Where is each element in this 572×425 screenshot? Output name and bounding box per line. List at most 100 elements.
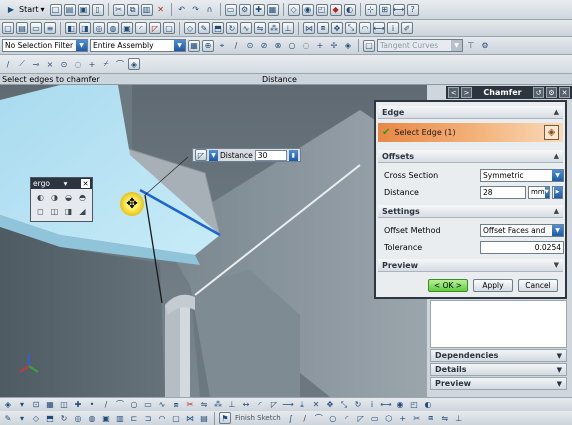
stop-at-intersection-icon[interactable]: ⊤ [465, 40, 477, 52]
new-icon[interactable]: □ [49, 3, 62, 16]
control-point-icon[interactable]: ⊸ [30, 58, 42, 70]
sweep-icon[interactable]: ∿ [240, 22, 252, 34]
offset-method-dropdown[interactable]: Offset Faces and ▼ [480, 223, 564, 237]
note-icon[interactable]: ✐ [401, 22, 413, 34]
fillet-icon[interactable]: ◜ [341, 412, 353, 424]
finish-sketch-label[interactable]: Finish Sketch [235, 414, 281, 422]
snap-icon[interactable]: ✚ [72, 399, 84, 411]
settings-icon[interactable]: ⚙ [546, 87, 557, 98]
distance-field[interactable]: 30 [254, 149, 287, 161]
shading-icon[interactable]: ◐ [422, 399, 434, 411]
menu-icon[interactable]: ≡ [44, 22, 56, 34]
slot-icon[interactable]: ⊏ [128, 412, 140, 424]
page-icon[interactable]: ▯ [91, 3, 104, 16]
cancel-button[interactable]: Cancel [518, 279, 558, 292]
profile-icon[interactable]: ∫ [285, 412, 297, 424]
rectangle-icon[interactable]: ▭ [369, 412, 381, 424]
measure-icon[interactable]: ⟷ [373, 22, 385, 34]
apply-button[interactable]: Apply [473, 279, 513, 292]
scissors-icon[interactable]: ✂ [112, 3, 125, 16]
chamfer-icon[interactable]: ◸ [149, 22, 161, 34]
chamfer-icon[interactable]: ◸ [355, 412, 367, 424]
quick-trim-icon[interactable]: ✂ [411, 412, 423, 424]
mirror-icon[interactable]: ⇋ [254, 22, 266, 34]
point-icon[interactable]: • [86, 399, 98, 411]
section-preview[interactable]: Preview ▼ [430, 377, 567, 390]
trim-icon[interactable]: ⊥ [282, 22, 294, 34]
wcs-icon[interactable]: ⊹ [364, 3, 377, 16]
datum-icon[interactable]: ◇ [30, 412, 42, 424]
measure-icon[interactable]: ⟷ [392, 3, 405, 16]
close-icon[interactable]: ✕ [81, 179, 90, 188]
reset-icon[interactable]: ↺ [533, 87, 544, 98]
feature-icon[interactable]: ◨ [79, 22, 91, 34]
close-icon[interactable]: ✕ [559, 87, 570, 98]
info-icon[interactable]: i [387, 22, 399, 34]
chevron-right-icon[interactable]: > [461, 87, 472, 98]
selection-icon[interactable]: ⊡ [30, 399, 42, 411]
extrude-icon[interactable]: ⬒ [44, 412, 56, 424]
intersect-icon[interactable]: ✕ [310, 399, 322, 411]
start-button[interactable]: ▶ Start ▾ [2, 2, 48, 17]
tolerance-input[interactable]: 0.0254 [480, 240, 564, 254]
redo-icon[interactable]: ↷ [190, 4, 202, 16]
boss-icon[interactable]: ◍ [107, 22, 119, 34]
offset-icon[interactable]: ⧈ [317, 22, 329, 34]
chevron-down-icon[interactable]: ▾ [16, 399, 28, 411]
distance-input[interactable]: 28 [480, 185, 526, 199]
window-icon[interactable]: ▭ [30, 22, 42, 34]
section-dependencies[interactable]: Dependencies ▼ [430, 349, 567, 362]
delete-icon[interactable]: ✕ [155, 4, 167, 16]
cube-icon[interactable]: ◈ [128, 58, 140, 70]
scale-icon[interactable]: ⤡ [345, 22, 357, 34]
cube-icon[interactable]: ◈ [544, 125, 559, 140]
edge-blend-icon[interactable]: ◜ [135, 22, 147, 34]
render-icon[interactable]: ◉ [394, 399, 406, 411]
datum-icon[interactable]: ◇ [184, 22, 196, 34]
blend-icon[interactable]: ◠ [156, 412, 168, 424]
boss-icon[interactable]: ◍ [86, 412, 98, 424]
shell-icon[interactable]: ▢ [163, 22, 175, 34]
info-icon[interactable]: i [366, 399, 378, 411]
selection-filter-dropdown[interactable]: No Selection Filter ▼ [2, 39, 88, 52]
select-edge-row[interactable]: ✔ Select Edge (1) ◈ [378, 123, 563, 142]
sketch-icon[interactable]: ✎ [2, 412, 14, 424]
curve-rule-dropdown[interactable]: Tangent Curves ▼ [377, 39, 463, 52]
existing-point-icon[interactable]: + [86, 58, 98, 70]
constraint-icon[interactable]: ⊥ [453, 412, 465, 424]
measure-icon[interactable]: ⟷ [380, 399, 392, 411]
circle-icon[interactable]: ○ [327, 412, 339, 424]
quadrant-icon[interactable]: ◌ [72, 58, 84, 70]
move-icon[interactable]: ✥ [331, 22, 343, 34]
mirror-icon[interactable]: ⇋ [439, 412, 451, 424]
layer-icon[interactable]: ◆ [329, 3, 342, 16]
render-icon[interactable]: ◉ [301, 3, 314, 16]
section-details[interactable]: Details ▼ [430, 363, 567, 376]
follow-fillet-icon[interactable]: ⚙ [479, 40, 491, 52]
control-point-icon[interactable]: ⊘ [258, 40, 270, 52]
snap-icon[interactable]: ✚ [252, 3, 265, 16]
select-icon[interactable]: ▢ [2, 22, 14, 34]
rotate-icon[interactable]: ◐ [35, 192, 46, 203]
zoom-icon[interactable]: ◒ [63, 192, 74, 203]
pattern-icon[interactable]: ⁂ [212, 399, 224, 411]
arc-center-icon[interactable]: ○ [286, 40, 298, 52]
pattern-icon[interactable]: ⁂ [268, 22, 280, 34]
fillet-icon[interactable]: ◜ [254, 399, 266, 411]
point-icon[interactable]: + [397, 412, 409, 424]
endpoint-icon[interactable]: ∕ [230, 40, 242, 52]
spline-icon[interactable]: ∿ [156, 399, 168, 411]
chamfer-icon[interactable]: ◸ [268, 399, 280, 411]
pocket-icon[interactable]: ▣ [100, 412, 112, 424]
rotate-icon[interactable]: ↻ [352, 399, 364, 411]
fit-icon[interactable]: ◓ [77, 192, 88, 203]
trim-icon[interactable]: ✂ [184, 399, 196, 411]
help-icon[interactable]: ? [406, 3, 419, 16]
view-icon[interactable]: ◰ [408, 399, 420, 411]
chevron-left-icon[interactable]: < [448, 87, 459, 98]
top-view-icon[interactable]: ◫ [49, 206, 60, 217]
finish-sketch-icon[interactable]: ⚑ [219, 412, 231, 424]
offset-icon[interactable]: ⧈ [425, 412, 437, 424]
settings-section-header[interactable]: Settings ▲ [378, 205, 563, 218]
analysis-icon[interactable]: ◇ [287, 3, 300, 16]
